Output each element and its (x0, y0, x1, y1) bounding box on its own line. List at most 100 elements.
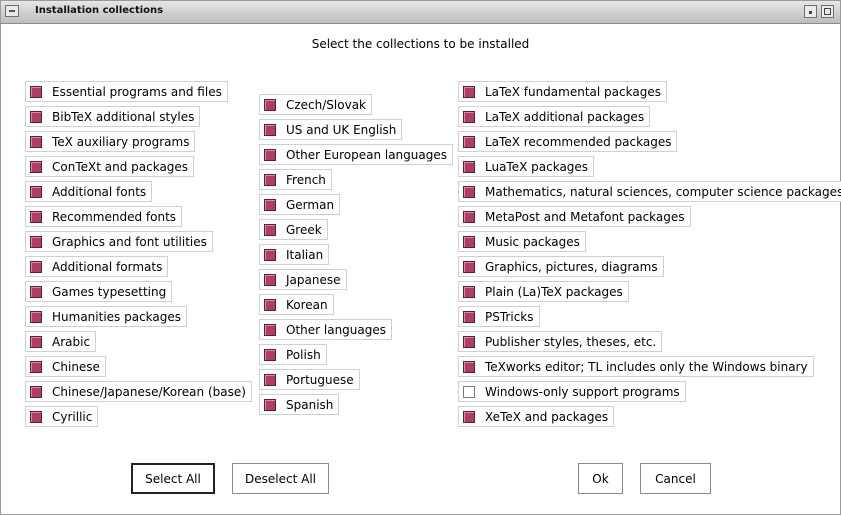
collection-checkbox-item[interactable]: German (259, 194, 341, 215)
checkbox-checked-icon[interactable] (30, 160, 42, 173)
cancel-button[interactable]: Cancel (640, 463, 711, 494)
collection-checkbox-item[interactable]: LaTeX additional packages (458, 106, 651, 127)
collection-label: Graphics, pictures, diagrams (485, 259, 658, 274)
checkbox-checked-icon[interactable] (264, 348, 276, 361)
checkbox-checked-icon[interactable] (463, 285, 475, 298)
checkbox-checked-icon[interactable] (264, 173, 276, 186)
checkbox-checked-icon[interactable] (30, 210, 42, 223)
checkbox-checked-icon[interactable] (30, 360, 42, 373)
checkbox-checked-icon[interactable] (30, 110, 42, 123)
collection-label: Publisher styles, theses, etc. (485, 334, 657, 349)
checkbox-checked-icon[interactable] (264, 98, 276, 111)
collection-checkbox-item[interactable]: MetaPost and Metafont packages (458, 206, 691, 227)
checkbox-checked-icon[interactable] (264, 273, 276, 286)
collection-checkbox-item[interactable]: Graphics and font utilities (25, 231, 213, 252)
collection-checkbox-item[interactable]: Music packages (458, 231, 586, 252)
collection-label: PSTricks (485, 309, 534, 324)
collection-checkbox-item[interactable]: US and UK English (259, 119, 403, 140)
deselect-all-button[interactable]: Deselect All (232, 463, 329, 494)
collection-checkbox-item[interactable]: Arabic (25, 331, 97, 352)
collection-checkbox-item[interactable]: LaTeX fundamental packages (458, 81, 667, 102)
collection-checkbox-item[interactable]: BibTeX additional styles (25, 106, 201, 127)
collection-checkbox-item[interactable]: Plain (La)TeX packages (458, 281, 629, 302)
window-title: Installation collections (35, 5, 164, 16)
collection-checkbox-item[interactable]: Chinese/Japanese/Korean (base) (25, 381, 252, 402)
collection-checkbox-item[interactable]: Portuguese (259, 369, 360, 390)
checkbox-checked-icon[interactable] (264, 123, 276, 136)
checkbox-checked-icon[interactable] (463, 160, 475, 173)
collection-checkbox-item[interactable]: XeTeX and packages (458, 406, 615, 427)
checkbox-checked-icon[interactable] (463, 335, 475, 348)
collection-checkbox-item[interactable]: Additional fonts (25, 181, 153, 202)
checkbox-unchecked-icon[interactable] (463, 385, 475, 398)
collection-label: Essential programs and files (52, 84, 222, 99)
checkbox-checked-icon[interactable] (463, 110, 475, 123)
collection-checkbox-item[interactable]: TeX auxiliary programs (25, 131, 196, 152)
checkbox-checked-icon[interactable] (264, 373, 276, 386)
checkbox-checked-icon[interactable] (30, 185, 42, 198)
collection-checkbox-item[interactable]: Polish (259, 344, 327, 365)
collection-checkbox-item[interactable]: PSTricks (458, 306, 540, 327)
checkbox-checked-icon[interactable] (264, 298, 276, 311)
checkbox-checked-icon[interactable] (463, 360, 475, 373)
collection-checkbox-item[interactable]: ConTeXt and packages (25, 156, 195, 177)
collection-label: Other European languages (286, 147, 447, 162)
checkbox-checked-icon[interactable] (30, 410, 42, 423)
checkbox-checked-icon[interactable] (30, 335, 42, 348)
checkbox-checked-icon[interactable] (30, 260, 42, 273)
checkbox-checked-icon[interactable] (463, 310, 475, 323)
collection-checkbox-item[interactable]: Publisher styles, theses, etc. (458, 331, 663, 352)
collection-checkbox-item[interactable]: Spanish (259, 394, 340, 415)
checkbox-checked-icon[interactable] (264, 198, 276, 211)
collection-checkbox-item[interactable]: Other languages (259, 319, 393, 340)
collection-checkbox-item[interactable]: Chinese (25, 356, 106, 377)
checkbox-checked-icon[interactable] (264, 223, 276, 236)
collection-checkbox-item[interactable]: Windows-only support programs (458, 381, 686, 402)
collection-checkbox-item[interactable]: Czech/Slovak (259, 94, 373, 115)
collection-checkbox-item[interactable]: Korean (259, 294, 334, 315)
ok-button[interactable]: Ok (578, 463, 623, 494)
collection-checkbox-item[interactable]: Additional formats (25, 256, 169, 277)
collection-checkbox-item[interactable]: Graphics, pictures, diagrams (458, 256, 664, 277)
checkbox-checked-icon[interactable] (463, 135, 475, 148)
checkbox-checked-icon[interactable] (30, 310, 42, 323)
collection-checkbox-item[interactable]: Essential programs and files (25, 81, 228, 102)
collection-label: Portuguese (286, 372, 354, 387)
collection-checkbox-item[interactable]: Other European languages (259, 144, 453, 165)
title-bar[interactable]: Installation collections (1, 1, 840, 24)
checkbox-checked-icon[interactable] (264, 323, 276, 336)
collection-checkbox-item[interactable]: LuaTeX packages (458, 156, 595, 177)
checkbox-checked-icon[interactable] (30, 285, 42, 298)
checkbox-checked-icon[interactable] (30, 85, 42, 98)
select-all-button[interactable]: Select All (131, 463, 215, 494)
checkbox-checked-icon[interactable] (30, 135, 42, 148)
collection-checkbox-item[interactable]: French (259, 169, 332, 190)
collection-checkbox-item[interactable]: TeXworks editor; TL includes only the Wi… (458, 356, 814, 377)
checkbox-checked-icon[interactable] (463, 85, 475, 98)
checkbox-checked-icon[interactable] (463, 210, 475, 223)
minimize-icon[interactable] (804, 5, 817, 18)
collection-checkbox-item[interactable]: LaTeX recommended packages (458, 131, 678, 152)
checkbox-checked-icon[interactable] (264, 148, 276, 161)
collection-checkbox-item[interactable]: Recommended fonts (25, 206, 183, 227)
window-menu-icon[interactable] (5, 5, 19, 17)
collection-checkbox-item[interactable]: Greek (259, 219, 328, 240)
checkbox-checked-icon[interactable] (264, 248, 276, 261)
collection-label: TeXworks editor; TL includes only the Wi… (485, 359, 808, 374)
checkbox-checked-icon[interactable] (264, 398, 276, 411)
checkbox-checked-icon[interactable] (463, 185, 475, 198)
collection-checkbox-item[interactable]: Games typesetting (25, 281, 173, 302)
checkbox-checked-icon[interactable] (463, 410, 475, 423)
maximize-icon[interactable] (821, 5, 834, 18)
collection-checkbox-item[interactable]: Mathematics, natural sciences, computer … (458, 181, 841, 202)
checkbox-checked-icon[interactable] (463, 235, 475, 248)
collection-checkbox-item[interactable]: Japanese (259, 269, 347, 290)
collection-label: Korean (286, 297, 328, 312)
collection-checkbox-item[interactable]: Cyrillic (25, 406, 99, 427)
collection-checkbox-item[interactable]: Humanities packages (25, 306, 188, 327)
checkbox-checked-icon[interactable] (30, 235, 42, 248)
collection-label: Additional formats (52, 259, 163, 274)
collection-checkbox-item[interactable]: Italian (259, 244, 330, 265)
checkbox-checked-icon[interactable] (30, 385, 42, 398)
checkbox-checked-icon[interactable] (463, 260, 475, 273)
